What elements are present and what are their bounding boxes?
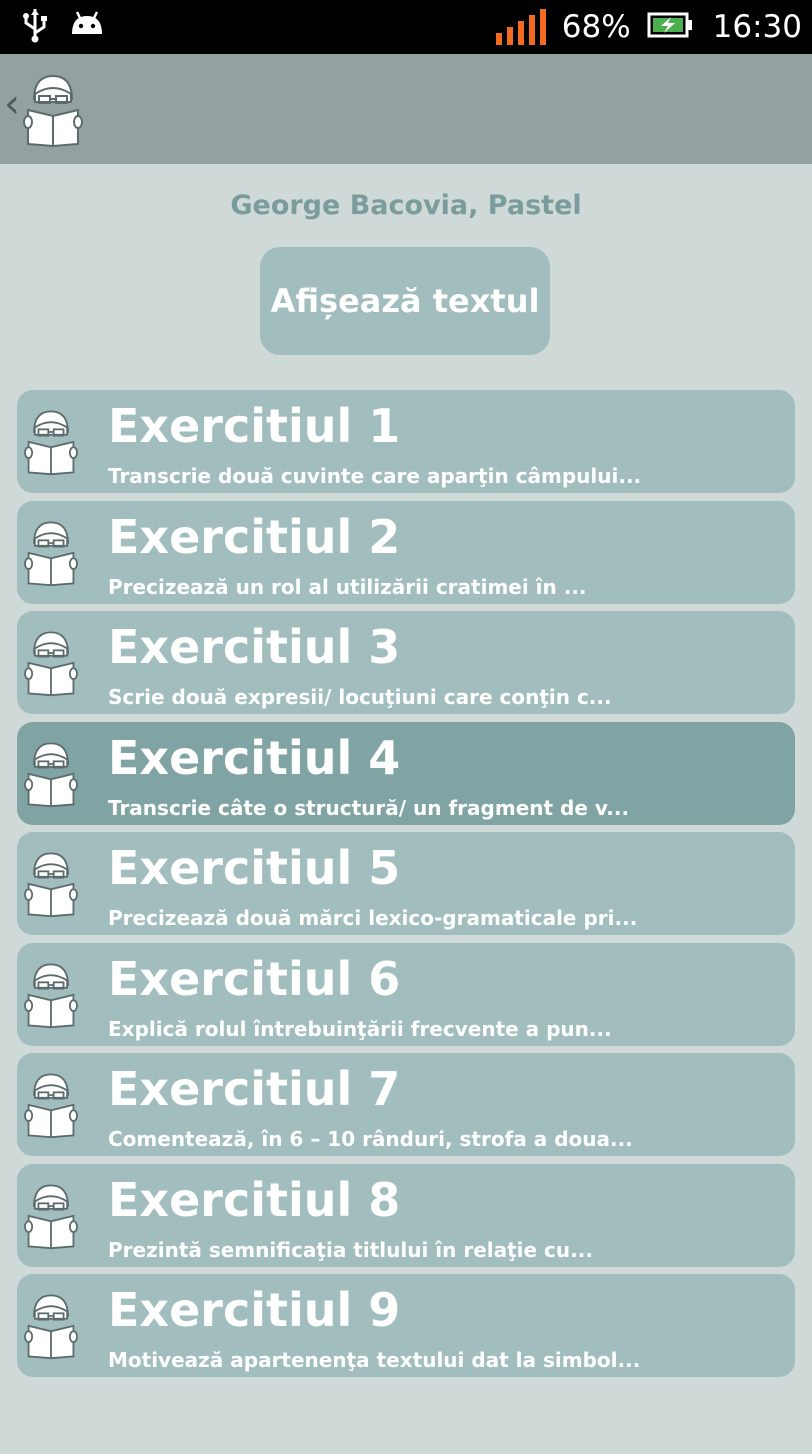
list-item[interactable]: Exercitiul 8 Prezintă semnificaţia titlul…	[17, 1163, 795, 1267]
exercise-title: Exercitiul 7	[108, 1062, 401, 1116]
usb-icon	[22, 7, 48, 47]
reader-with-book-icon	[23, 1069, 79, 1143]
status-bar: 68% 16:30	[0, 0, 812, 54]
list-item[interactable]: Exercitiul 2 Precizează un rol al utiliză…	[17, 500, 795, 604]
exercise-preview: Explică rolul întrebuinţării frecvente a…	[108, 1016, 612, 1041]
exercise-title: Exercitiul 8	[108, 1172, 401, 1227]
reader-with-book-icon	[23, 517, 79, 591]
exercise-preview: Scrie două expresii/ locuţiuni care conţ…	[108, 685, 612, 709]
exercise-preview: Prezintă semnificaţia titlului în relaţi…	[108, 1237, 593, 1262]
exercise-preview: Transcrie câte o structură/ un fragment …	[108, 795, 630, 820]
battery-percent: 68%	[561, 9, 631, 45]
chevron-left-icon[interactable]: ‹	[4, 84, 20, 124]
exercise-list: Exercitiul 1 Transcrie două cuvinte care …	[17, 390, 795, 1385]
exercise-title: Exercitiul 4	[108, 730, 401, 785]
list-item[interactable]: Exercitiul 9 Motivează apartenenţa textul…	[17, 1274, 795, 1377]
reader-with-book-icon	[23, 848, 79, 922]
reader-with-book-icon	[23, 406, 79, 480]
exercise-title: Exercitiul 3	[108, 620, 401, 674]
reader-with-book-icon	[23, 959, 79, 1033]
android-debug-icon	[70, 10, 104, 44]
show-text-button[interactable]: Afișează textul	[260, 247, 550, 355]
reader-with-book-icon	[23, 1180, 79, 1254]
exercise-preview: Motivează apartenenţa textului dat la si…	[108, 1348, 641, 1372]
exercise-title: Exercitiul 6	[108, 951, 401, 1006]
clock: 16:30	[712, 9, 802, 45]
list-item[interactable]: Exercitiul 6 Explică rolul întrebuinţării…	[17, 942, 795, 1046]
battery-charging-icon	[647, 12, 693, 42]
list-item[interactable]: Exercitiul 4 Transcrie câte o structură/ …	[17, 721, 795, 825]
exercise-title: Exercitiul 9	[108, 1283, 401, 1337]
page-title: George Bacovia, Pastel	[230, 190, 582, 221]
list-item[interactable]: Exercitiul 1 Transcrie două cuvinte care …	[17, 390, 795, 493]
reader-with-book-icon[interactable]	[22, 70, 84, 152]
exercise-title: Exercitiul 1	[108, 399, 401, 453]
reader-with-book-icon	[23, 738, 79, 812]
list-item[interactable]: Exercitiul 5 Precizează două mărci lexico…	[17, 832, 795, 935]
action-bar: ‹	[0, 54, 812, 164]
list-item[interactable]: Exercitiul 7 Comentează, în 6 – 10 rândur…	[17, 1053, 795, 1156]
exercise-preview: Transcrie două cuvinte care aparţin câmp…	[108, 464, 642, 488]
exercise-title: Exercitiul 5	[108, 841, 401, 895]
exercise-title: Exercitiul 2	[108, 509, 401, 564]
exercise-preview: Precizează un rol al utilizării cratimei…	[108, 574, 587, 599]
list-item[interactable]: Exercitiul 3 Scrie două expresii/ locuţiu…	[17, 611, 795, 714]
exercise-preview: Comentează, în 6 – 10 rânduri, strofa a …	[108, 1127, 633, 1151]
reader-with-book-icon	[23, 1290, 79, 1364]
reader-with-book-icon	[23, 627, 79, 701]
signal-icon	[495, 9, 546, 45]
exercise-preview: Precizează două mărci lexico-gramaticale…	[108, 906, 638, 930]
